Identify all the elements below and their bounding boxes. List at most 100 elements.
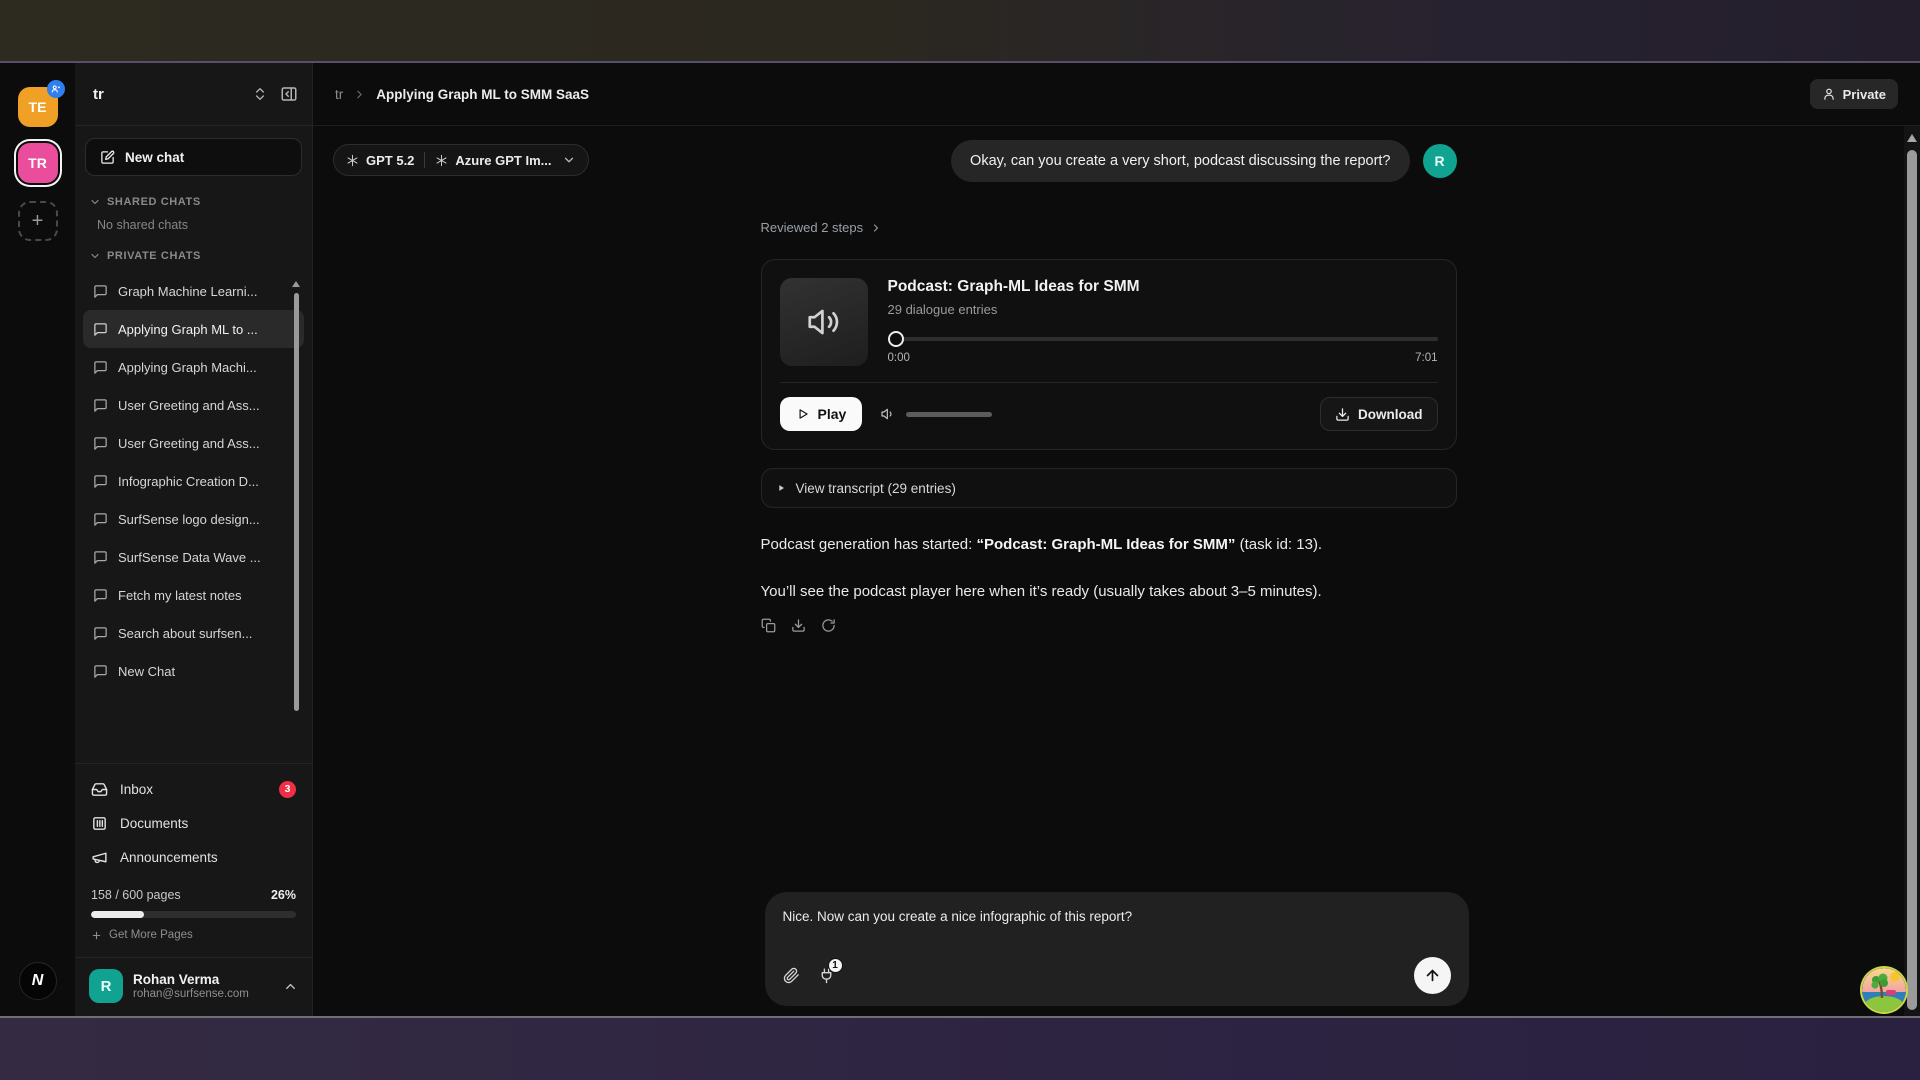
pages-used-label: 158 / 600 pages — [91, 888, 181, 902]
visibility-private-button[interactable]: Private — [1810, 79, 1898, 109]
sidebar-item-inbox[interactable]: Inbox 3 — [75, 772, 312, 806]
breadcrumb-page-title: Applying Graph ML to SMM SaaS — [376, 87, 589, 102]
main-panel: tr Applying Graph ML to SMM SaaS Private… — [313, 63, 1920, 1016]
collapse-sidebar-button[interactable] — [280, 85, 298, 103]
refresh-icon — [821, 618, 836, 633]
workspace-switcher-button[interactable] — [252, 86, 268, 102]
chat-bubble-icon — [93, 588, 108, 603]
volume-icon[interactable] — [880, 406, 896, 422]
play-icon — [796, 407, 810, 421]
scroll-up-arrow[interactable] — [1907, 134, 1917, 142]
message-scroll-area[interactable]: Okay, can you create a very short, podca… — [313, 126, 1904, 1016]
announcements-label: Announcements — [120, 850, 218, 865]
chat-item-selected[interactable]: Applying Graph ML to ... — [83, 310, 304, 348]
workspace-te[interactable]: TE — [18, 87, 58, 127]
chat-item[interactable]: New Chat — [83, 652, 304, 690]
island-sticker-avatar[interactable] — [1862, 968, 1906, 1012]
chat-item[interactable]: Graph Machine Learni... — [83, 272, 304, 310]
no-shared-chats-note: No shared chats — [75, 214, 312, 234]
seek-thumb[interactable] — [888, 331, 904, 347]
sidebar-scroll-up-arrow[interactable] — [292, 281, 300, 287]
sidebar-nav: Inbox 3 Documents Announcements 158 / 60… — [75, 763, 312, 1016]
current-time: 0:00 — [888, 352, 910, 364]
add-workspace-button[interactable]: + — [18, 201, 58, 241]
user-avatar: R — [1423, 144, 1457, 178]
chat-bubble-icon — [93, 550, 108, 565]
sidebar-item-announcements[interactable]: Announcements — [75, 840, 312, 874]
total-time: 7:01 — [1415, 352, 1437, 364]
chat-item[interactable]: Search about surfsen... — [83, 614, 304, 652]
user-message-bubble: Okay, can you create a very short, podca… — [951, 140, 1409, 182]
chevrons-up-down-icon — [252, 86, 268, 102]
chat-item[interactable]: SurfSense logo design... — [83, 500, 304, 538]
nextjs-logo[interactable]: N — [19, 962, 57, 1000]
seek-slider[interactable] — [888, 331, 1438, 347]
usage-meter: 158 / 600 pages 26% Get More Pages — [75, 874, 312, 957]
usage-progressbar — [91, 911, 296, 918]
chat-content: GPT 5.2 Azure GPT Im... Okay, can you cr… — [313, 126, 1920, 1016]
private-label: Private — [1843, 87, 1886, 102]
sidebar: tr New chat SHARED CHATS No shared chats — [75, 63, 313, 1016]
documents-icon — [91, 815, 108, 832]
user-message: Okay, can you create a very short, podca… — [761, 140, 1457, 182]
scrollbar-thumb[interactable] — [1907, 150, 1917, 1010]
sidebar-item-documents[interactable]: Documents — [75, 806, 312, 840]
chevron-right-icon — [870, 222, 882, 234]
chat-bubble-icon — [93, 322, 108, 337]
podcast-artwork — [780, 278, 868, 366]
main-scrollbar[interactable] — [1904, 126, 1920, 1016]
play-button[interactable]: Play — [780, 397, 863, 431]
profile-name: Rohan Verma — [133, 972, 273, 989]
desktop-wallpaper-top — [0, 0, 1920, 63]
chat-item[interactable]: SurfSense Data Wave ... — [83, 538, 304, 576]
view-transcript-expander[interactable]: View transcript (29 entries) — [761, 468, 1457, 508]
chat-bubble-icon — [93, 664, 108, 679]
shared-chats-section[interactable]: SHARED CHATS — [75, 180, 312, 214]
connectors-button[interactable]: 1 — [818, 967, 835, 984]
download-button[interactable]: Download — [1320, 397, 1438, 431]
triangle-right-icon — [776, 483, 786, 493]
workspace-rail: TE TR + N — [0, 63, 75, 1016]
copy-button[interactable] — [761, 618, 776, 633]
download-message-button[interactable] — [791, 618, 806, 633]
sidebar-scrollbar[interactable] — [294, 293, 299, 711]
private-chats-section[interactable]: PRIVATE CHATS — [75, 234, 312, 268]
plus-icon — [91, 930, 102, 941]
documents-label: Documents — [120, 816, 188, 831]
plus-icon: + — [32, 210, 44, 233]
composer[interactable]: Nice. Now can you create a nice infograp… — [765, 892, 1469, 1006]
breadcrumb-workspace[interactable]: tr — [335, 87, 343, 102]
profile-avatar: R — [89, 969, 123, 1003]
reviewed-steps-toggle[interactable]: Reviewed 2 steps — [761, 220, 1457, 235]
main-header: tr Applying Graph ML to SMM SaaS Private — [313, 63, 1920, 126]
chat-item[interactable]: User Greeting and Ass... — [83, 386, 304, 424]
chat-bubble-icon — [93, 360, 108, 375]
profile-menu[interactable]: R Rohan Verma rohan@surfsense.com — [75, 957, 312, 1014]
attach-file-button[interactable] — [783, 967, 800, 984]
chat-item[interactable]: Applying Graph Machi... — [83, 348, 304, 386]
chat-item[interactable]: User Greeting and Ass... — [83, 424, 304, 462]
chat-bubble-icon — [93, 284, 108, 299]
chat-bubble-icon — [93, 436, 108, 451]
regenerate-button[interactable] — [821, 618, 836, 633]
assistant-message-line2: You’ll see the podcast player here when … — [761, 581, 1457, 602]
private-chat-list: Graph Machine Learni... Applying Graph M… — [75, 268, 312, 700]
podcast-title: Podcast: Graph-ML Ideas for SMM — [888, 278, 1438, 296]
workspace-tr-active[interactable]: TR — [18, 143, 58, 183]
arrow-up-icon — [1424, 967, 1441, 984]
new-chat-button[interactable]: New chat — [85, 138, 302, 176]
get-more-pages-button[interactable]: Get More Pages — [91, 929, 296, 951]
chat-bubble-icon — [93, 626, 108, 641]
pages-percent-label: 26% — [271, 888, 296, 902]
composer-input[interactable]: Nice. Now can you create a nice infograp… — [783, 909, 1451, 929]
shared-users-badge — [47, 80, 65, 98]
seek-track — [888, 337, 1438, 341]
chevron-right-icon — [353, 88, 366, 101]
chat-bubble-icon — [93, 398, 108, 413]
megaphone-icon — [91, 849, 108, 866]
volume-slider[interactable] — [906, 412, 992, 417]
send-button[interactable] — [1414, 957, 1451, 994]
chat-item[interactable]: Infographic Creation D... — [83, 462, 304, 500]
sidebar-header: tr — [75, 63, 312, 126]
chat-item[interactable]: Fetch my latest notes — [83, 576, 304, 614]
